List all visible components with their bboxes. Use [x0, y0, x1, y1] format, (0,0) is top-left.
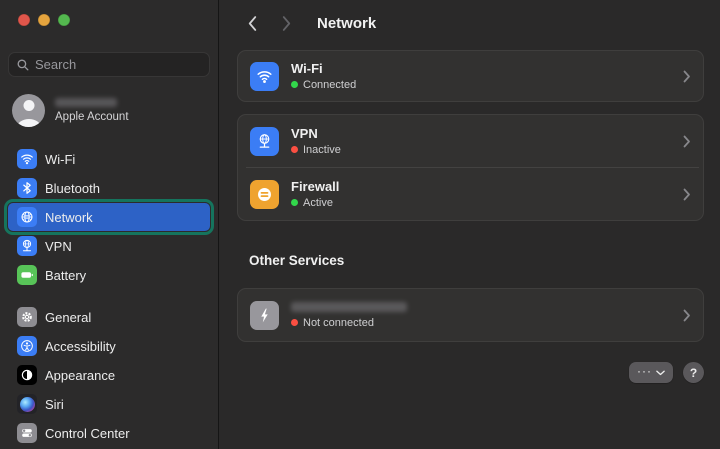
search-placeholder: Search	[35, 57, 77, 72]
status-text: Not connected	[303, 316, 374, 329]
sidebar-item-battery[interactable]: Battery	[8, 261, 210, 289]
back-button[interactable]	[245, 13, 259, 33]
search-icon	[16, 58, 30, 72]
ellipsis-icon: ···	[637, 364, 652, 378]
sidebar-item-label: Wi-Fi	[45, 151, 76, 167]
vpn-globe-icon	[17, 236, 37, 256]
wifi-icon	[17, 149, 37, 169]
thunderbolt-service-row[interactable]: Not connected	[238, 289, 703, 341]
system-settings-window: Search Apple Account Wi-Fi Bluetooth Net…	[0, 0, 720, 449]
traffic-lights	[0, 0, 218, 26]
avatar	[12, 94, 45, 127]
sidebar-item-label: Control Center	[45, 425, 130, 441]
sidebar-nav: Wi-Fi Bluetooth Network VPN Battery Gene…	[0, 145, 218, 448]
apple-account-item[interactable]: Apple Account	[12, 94, 210, 127]
firewall-row[interactable]: Firewall Active	[238, 168, 703, 220]
chevron-right-icon	[683, 309, 691, 322]
row-title: VPN	[291, 125, 318, 141]
sidebar-item-label: General	[45, 309, 92, 325]
status-text: Active	[303, 196, 333, 209]
vpn-globe-icon	[250, 126, 279, 156]
nav-group-gap	[8, 290, 210, 303]
gear-icon	[17, 307, 37, 327]
status-text: Connected	[303, 78, 357, 91]
accessibility-icon	[17, 336, 37, 356]
help-button[interactable]: ?	[683, 362, 704, 383]
sidebar-item-label: VPN	[45, 238, 72, 254]
forward-button[interactable]	[279, 13, 293, 33]
control-center-icon	[17, 423, 37, 443]
zoom-button[interactable]	[58, 14, 70, 26]
account-name-redacted	[55, 98, 117, 107]
siri-icon	[17, 394, 37, 414]
firewall-icon	[250, 179, 279, 209]
sidebar-item-label: Bluetooth	[45, 180, 100, 196]
sidebar-item-bluetooth[interactable]: Bluetooth	[8, 174, 210, 202]
status-dot	[291, 199, 298, 206]
sidebar-item-label: Appearance	[45, 367, 116, 383]
vpn-row[interactable]: VPN Inactive	[238, 115, 703, 167]
wifi-row[interactable]: Wi-Fi Connected	[238, 51, 703, 101]
appearance-icon	[17, 365, 37, 385]
service-name-redacted	[291, 301, 407, 312]
status-dot	[291, 81, 298, 88]
sidebar-item-label: Siri	[45, 396, 64, 412]
other-services-card: Not connected	[237, 288, 704, 342]
sidebar-item-network[interactable]: Network	[4, 199, 214, 235]
pane-header: Network	[237, 0, 704, 46]
network-pane: Network Wi-Fi Connected VPN Inactive Fir…	[219, 0, 720, 449]
row-title: Wi-Fi	[291, 60, 323, 76]
sidebar-item-wifi[interactable]: Wi-Fi	[8, 145, 210, 173]
more-options-button[interactable]: ···	[629, 362, 673, 383]
question-mark: ?	[689, 365, 698, 380]
status-dot	[291, 146, 298, 153]
search-input[interactable]: Search	[8, 52, 210, 77]
page-title: Network	[317, 14, 377, 32]
status-text: Inactive	[303, 143, 341, 156]
sidebar-item-vpn[interactable]: VPN	[8, 232, 210, 260]
sidebar-item-label: Battery	[45, 267, 87, 283]
sidebar-item-label: Network	[45, 209, 93, 225]
account-label: Apple Account	[55, 111, 129, 123]
services-card: VPN Inactive Firewall Active	[237, 114, 704, 221]
close-button[interactable]	[18, 14, 30, 26]
sidebar: Search Apple Account Wi-Fi Bluetooth Net…	[0, 0, 219, 449]
bluetooth-icon	[17, 178, 37, 198]
sidebar-item-label: Accessibility	[45, 338, 116, 354]
pane-footer: ··· ?	[237, 362, 704, 383]
sidebar-item-control-center[interactable]: Control Center	[8, 419, 210, 447]
wifi-icon	[250, 61, 279, 91]
minimize-button[interactable]	[38, 14, 50, 26]
sidebar-item-appearance[interactable]: Appearance	[8, 361, 210, 389]
sidebar-item-accessibility[interactable]: Accessibility	[8, 332, 210, 360]
other-services-heading: Other Services	[249, 253, 345, 268]
chevron-right-icon	[683, 188, 691, 201]
status-dot	[291, 319, 298, 326]
chevron-right-icon	[683, 70, 691, 83]
thunderbolt-icon	[250, 300, 279, 330]
row-title: Firewall	[291, 178, 340, 194]
chevron-down-icon	[656, 370, 665, 375]
sidebar-item-general[interactable]: General	[8, 303, 210, 331]
battery-icon	[17, 265, 37, 285]
globe-icon	[17, 207, 37, 227]
sidebar-item-siri[interactable]: Siri	[8, 390, 210, 418]
wifi-card: Wi-Fi Connected	[237, 50, 704, 102]
chevron-right-icon	[683, 135, 691, 148]
